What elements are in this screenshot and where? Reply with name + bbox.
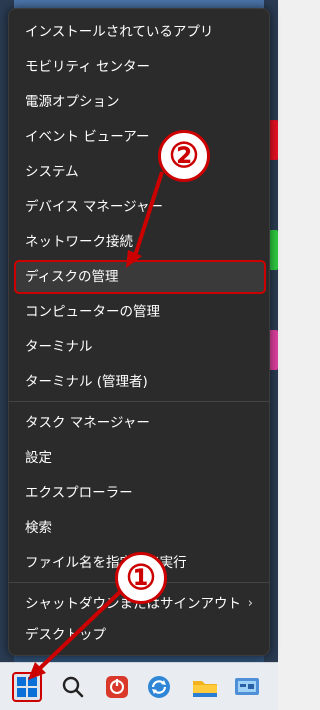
power-app-icon — [106, 676, 128, 698]
menu-item-terminal[interactable]: ターミナル — [15, 331, 265, 363]
taskbar-search-button[interactable] — [58, 672, 88, 702]
menu-item-installed-apps[interactable]: インストールされているアプリ — [15, 16, 265, 48]
menu-item-search[interactable]: 検索 — [15, 512, 265, 544]
menu-item-label: インストールされているアプリ — [25, 24, 214, 40]
taskbar-file-explorer[interactable] — [190, 672, 220, 702]
menu-item-desktop[interactable]: デスクトップ — [15, 619, 265, 651]
search-icon — [62, 676, 84, 698]
menu-item-mobility-center[interactable]: モビリティ センター — [15, 51, 265, 83]
menu-item-label: ネットワーク接続 — [25, 234, 133, 250]
menu-item-settings[interactable]: 設定 — [15, 442, 265, 474]
menu-item-device-manager[interactable]: デバイス マネージャー — [15, 191, 265, 223]
menu-item-label: ターミナル — [25, 339, 93, 355]
menu-item-label: イベント ビューアー — [25, 129, 150, 145]
menu-item-terminal-admin[interactable]: ターミナル (管理者) — [15, 366, 265, 398]
start-button[interactable] — [12, 672, 42, 702]
menu-item-label: システム — [25, 164, 79, 180]
menu-item-label: エクスプローラー — [25, 485, 133, 501]
menu-separator — [9, 401, 269, 402]
sync-icon — [148, 676, 170, 698]
menu-item-file-explorer[interactable]: エクスプローラー — [15, 477, 265, 509]
control-panel-icon — [235, 678, 259, 695]
annotation-step-2: ② — [158, 130, 210, 182]
file-explorer-icon — [193, 681, 217, 697]
annotation-step-1: ① — [115, 552, 167, 604]
taskbar — [0, 662, 278, 710]
taskbar-app-power[interactable] — [102, 672, 132, 702]
menu-item-label: コンピューターの管理 — [25, 304, 160, 320]
menu-item-label: タスク マネージャー — [25, 415, 150, 431]
menu-item-label: 電源オプション — [25, 94, 120, 110]
menu-item-network-connections[interactable]: ネットワーク接続 — [15, 226, 265, 258]
menu-item-label: モビリティ センター — [25, 59, 150, 75]
taskbar-control-panel[interactable] — [232, 672, 262, 702]
menu-item-computer-management[interactable]: コンピューターの管理 — [15, 296, 265, 328]
menu-item-label: 設定 — [25, 450, 52, 466]
menu-item-label: ディスクの管理 — [25, 269, 119, 285]
menu-item-system[interactable]: システム — [15, 156, 265, 188]
menu-item-label: デスクトップ — [25, 627, 106, 643]
menu-item-event-viewer[interactable]: イベント ビューアー — [15, 121, 265, 153]
menu-item-power-options[interactable]: 電源オプション — [15, 86, 265, 118]
menu-item-label: ターミナル (管理者) — [25, 374, 148, 390]
menu-item-label: デバイス マネージャー — [25, 199, 163, 215]
menu-item-disk-management[interactable]: ディスクの管理 — [14, 260, 266, 294]
chevron-right-icon: › — [247, 596, 253, 611]
menu-item-label: 検索 — [25, 520, 52, 536]
menu-item-task-manager[interactable]: タスク マネージャー — [15, 407, 265, 439]
taskbar-app-sync[interactable] — [144, 672, 174, 702]
windows-start-icon — [17, 677, 37, 697]
